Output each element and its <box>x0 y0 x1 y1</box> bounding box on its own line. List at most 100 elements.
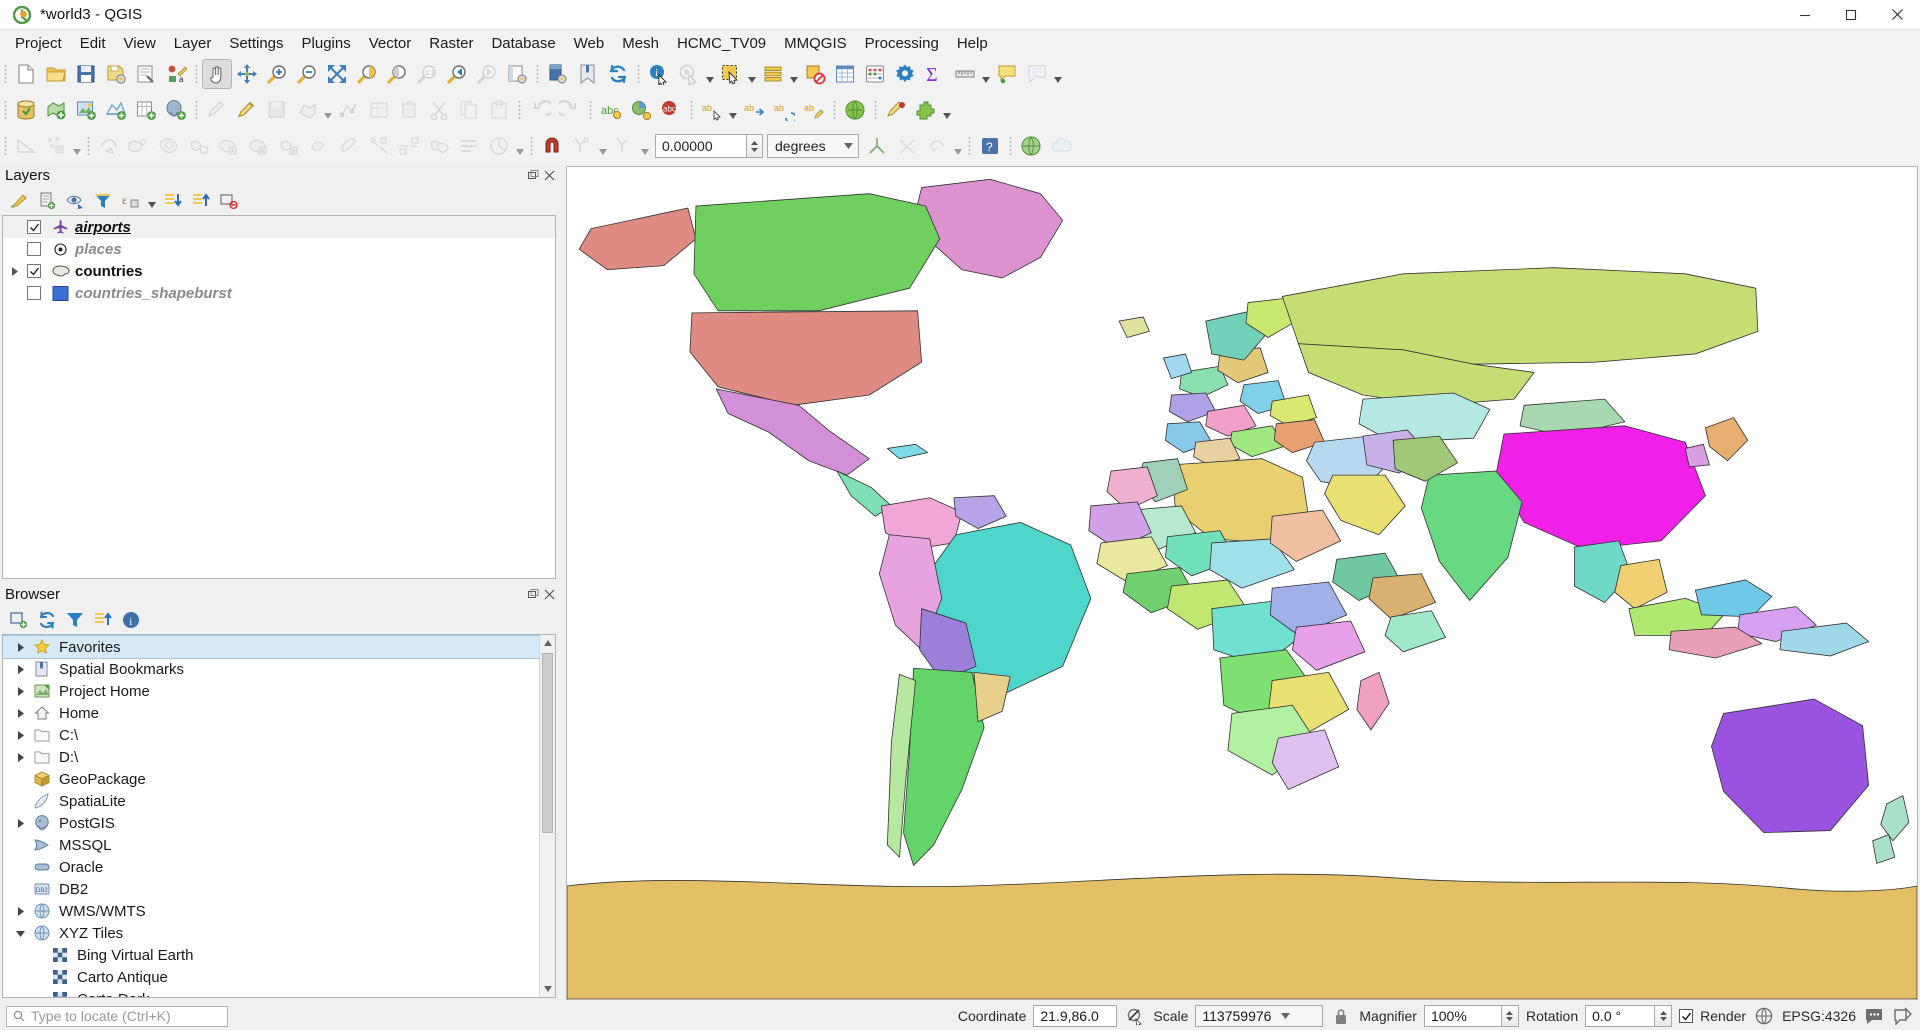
expand-countries-icon[interactable] <box>3 266 27 276</box>
new-map-view-button[interactable] <box>503 60 531 88</box>
select-vertices-button[interactable] <box>42 132 70 160</box>
delete-part-button[interactable] <box>275 132 303 160</box>
menu-layer[interactable]: Layer <box>165 32 221 55</box>
toolbar-handle[interactable] <box>829 98 840 122</box>
locator-search[interactable]: Type to locate (Ctrl+K) <box>6 1005 228 1027</box>
chevron-right-icon[interactable] <box>9 730 31 740</box>
chevron-down-icon[interactable] <box>639 132 651 160</box>
toolbar-handle[interactable] <box>686 98 697 122</box>
magnifier-stepper[interactable] <box>1501 1005 1519 1027</box>
remove-layer-group-button[interactable] <box>216 189 242 213</box>
reshape-features-button[interactable] <box>305 132 333 160</box>
menu-vector[interactable]: Vector <box>360 32 421 55</box>
style-manager-button[interactable]: a <box>162 60 190 88</box>
pin-labels-button[interactable]: ab <box>698 96 726 124</box>
processing-toolbox-button[interactable] <box>891 60 919 88</box>
add-part-button[interactable] <box>185 132 213 160</box>
filter-legend-by-expression-button[interactable]: ε <box>118 189 144 213</box>
filter-legend-by-map-content-button[interactable] <box>90 189 116 213</box>
snapping-tolerance-stepper[interactable] <box>747 134 763 158</box>
georeferencer-button[interactable] <box>882 96 910 124</box>
map-tips-button[interactable] <box>993 60 1021 88</box>
maximize-button[interactable] <box>1828 0 1874 30</box>
identify-features-button[interactable]: i <box>645 60 673 88</box>
menu-web[interactable]: Web <box>565 32 614 55</box>
menu-mesh[interactable]: Mesh <box>613 32 668 55</box>
browser-scroll-thumb[interactable] <box>542 653 553 833</box>
scroll-up-arrow[interactable] <box>540 635 555 651</box>
chevron-right-icon[interactable] <box>9 818 31 828</box>
merge-attributes-button[interactable] <box>455 132 483 160</box>
crs-label[interactable]: EPSG:4326 <box>1782 1008 1856 1024</box>
new-print-layout-button[interactable] <box>132 60 160 88</box>
toolbar-handle[interactable] <box>0 62 11 86</box>
browser-item-d[interactable]: D:\ <box>3 746 555 768</box>
select-features-button[interactable] <box>717 60 745 88</box>
chevron-down-icon[interactable] <box>514 132 526 160</box>
toolbar-handle[interactable] <box>526 134 537 158</box>
layer-diagram-button[interactable] <box>627 96 655 124</box>
menu-settings[interactable]: Settings <box>220 32 292 55</box>
refresh-browser-button[interactable] <box>34 608 60 632</box>
highlight-pinned-labels-button[interactable]: abc <box>657 96 685 124</box>
crs-globe-icon[interactable] <box>1753 1005 1775 1027</box>
layer-row-countries[interactable]: countries <box>3 260 555 282</box>
toolbar-handle[interactable] <box>585 98 596 122</box>
open-project-button[interactable] <box>42 60 70 88</box>
snapping-toggle-button[interactable] <box>538 132 566 160</box>
filter-browser-button[interactable] <box>62 608 88 632</box>
browser-item-db2[interactable]: DB2 DB2 <box>3 878 555 900</box>
chevron-down-icon[interactable] <box>980 60 992 88</box>
toolbar-handle[interactable] <box>1005 134 1016 158</box>
chevron-right-icon[interactable] <box>9 686 31 696</box>
zoom-next-button[interactable] <box>473 60 501 88</box>
add-ring-button[interactable] <box>155 132 183 160</box>
menu-hcmc-tv09[interactable]: HCMC_TV09 <box>668 32 775 55</box>
rotate-feature-button[interactable] <box>95 132 123 160</box>
modify-attributes-button[interactable] <box>365 96 393 124</box>
help-contents-button[interactable]: ? <box>976 132 1004 160</box>
select-by-value-button[interactable] <box>759 60 787 88</box>
chevron-down-icon[interactable] <box>71 132 83 160</box>
chevron-down-icon[interactable] <box>597 132 609 160</box>
current-edits-button[interactable] <box>203 96 231 124</box>
browser-tree[interactable]: Favorites Spatial Bookmarks Project Home Ho… <box>2 634 556 998</box>
new-project-button[interactable] <box>12 60 40 88</box>
chevron-down-icon[interactable] <box>727 96 739 124</box>
rotation-field[interactable]: 0.0 ° <box>1585 1005 1656 1027</box>
split-parts-button[interactable] <box>395 132 423 160</box>
chevron-down-icon[interactable] <box>322 96 334 124</box>
zoom-last-button[interactable] <box>443 60 471 88</box>
browser-item-postgis[interactable]: PostGIS <box>3 812 555 834</box>
toolbar-handle[interactable] <box>0 98 11 122</box>
field-calculator-button[interactable] <box>861 60 889 88</box>
merge-features-button[interactable] <box>425 132 453 160</box>
collapse-all-browser-button[interactable] <box>90 608 116 632</box>
toolbar-handle[interactable] <box>191 62 202 86</box>
browser-item-mssql[interactable]: MSSQL <box>3 834 555 856</box>
menu-plugins[interactable]: Plugins <box>293 32 360 55</box>
browser-item-c[interactable]: C:\ <box>3 724 555 746</box>
show-bookmarks-button[interactable] <box>574 60 602 88</box>
add-group-button[interactable] <box>34 189 60 213</box>
add-postgis-layer-button[interactable] <box>162 96 190 124</box>
menu-database[interactable]: Database <box>482 32 564 55</box>
browser-item-home[interactable]: Home <box>3 702 555 724</box>
rotate-label-button[interactable]: ab <box>770 96 798 124</box>
open-attribute-table-button[interactable] <box>831 60 859 88</box>
browser-item-carto-antique[interactable]: Carto Antique <box>3 966 555 988</box>
cloud-projects-button[interactable] <box>1047 132 1075 160</box>
log-messages-icon[interactable] <box>1892 1005 1914 1027</box>
run-feature-action-button[interactable] <box>675 60 703 88</box>
layer-row-places[interactable]: places <box>3 238 555 260</box>
change-label-button[interactable]: ab <box>800 96 828 124</box>
browser-panel-close-icon[interactable] <box>543 588 556 601</box>
lock-scale-icon[interactable] <box>1330 1005 1352 1027</box>
collapse-all-button[interactable] <box>188 189 214 213</box>
browser-item-project-home[interactable]: Project Home <box>3 680 555 702</box>
browser-item-oracle[interactable]: Oracle <box>3 856 555 878</box>
chevron-right-icon[interactable] <box>9 752 31 762</box>
self-snapping-button[interactable] <box>923 132 951 160</box>
fill-ring-button[interactable] <box>215 132 243 160</box>
toggle-editing-button[interactable] <box>233 96 261 124</box>
